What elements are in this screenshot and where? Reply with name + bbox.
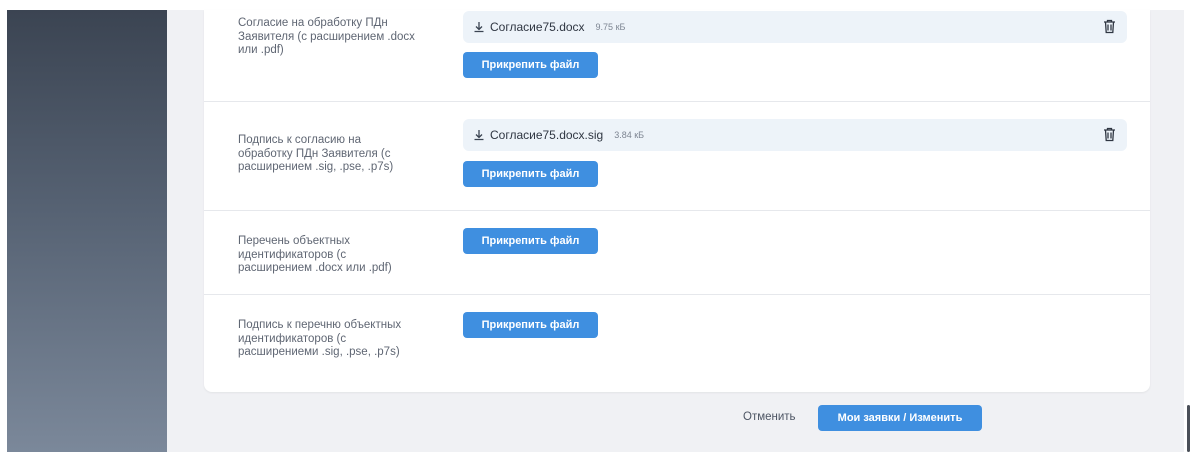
sidebar: [7, 10, 167, 452]
file-name-link[interactable]: Согласие75.docx: [490, 20, 585, 34]
row-label: Согласие на обработку ПДн Заявителя (с р…: [238, 17, 415, 56]
attach-file-button[interactable]: Прикрепить файл: [463, 52, 598, 78]
attach-file-button[interactable]: Прикрепить файл: [463, 161, 598, 187]
row-label: Подпись к перечню объектных идентификато…: [238, 319, 402, 358]
attach-file-button[interactable]: Прикрепить файл: [463, 312, 598, 338]
my-requests-edit-button[interactable]: Мои заявки / Изменить: [818, 405, 982, 431]
row-label: Подпись к согласию на обработку ПДн Заяв…: [238, 134, 394, 173]
file-size: 9.75 кБ: [595, 22, 626, 32]
document-row-oid-list: Перечень объектных идентификаторов (с ра…: [204, 211, 1150, 295]
document-row-oid-signature: Подпись к перечню объектных идентификато…: [204, 295, 1150, 392]
document-row-consent: Согласие на обработку ПДн Заявителя (с р…: [204, 10, 1150, 102]
cancel-button[interactable]: Отменить: [743, 411, 796, 423]
scrollbar[interactable]: [1187, 405, 1190, 452]
download-icon[interactable]: [473, 21, 485, 33]
file-name-link[interactable]: Согласие75.docx.sig: [490, 128, 603, 142]
download-icon[interactable]: [473, 129, 485, 141]
file-chip: Согласие75.docx 9.75 кБ: [463, 11, 1127, 43]
file-chip: Согласие75.docx.sig 3.84 кБ: [463, 119, 1127, 151]
main-content: Согласие на обработку ПДн Заявителя (с р…: [167, 10, 1184, 452]
file-size: 3.84 кБ: [614, 130, 645, 140]
attach-file-button[interactable]: Прикрепить файл: [463, 228, 598, 254]
documents-card: Согласие на обработку ПДн Заявителя (с р…: [204, 10, 1150, 392]
trash-icon[interactable]: [1103, 127, 1116, 142]
document-row-consent-signature: Подпись к согласию на обработку ПДн Заяв…: [204, 102, 1150, 211]
row-label: Перечень объектных идентификаторов (с ра…: [238, 235, 392, 274]
trash-icon[interactable]: [1103, 19, 1116, 34]
